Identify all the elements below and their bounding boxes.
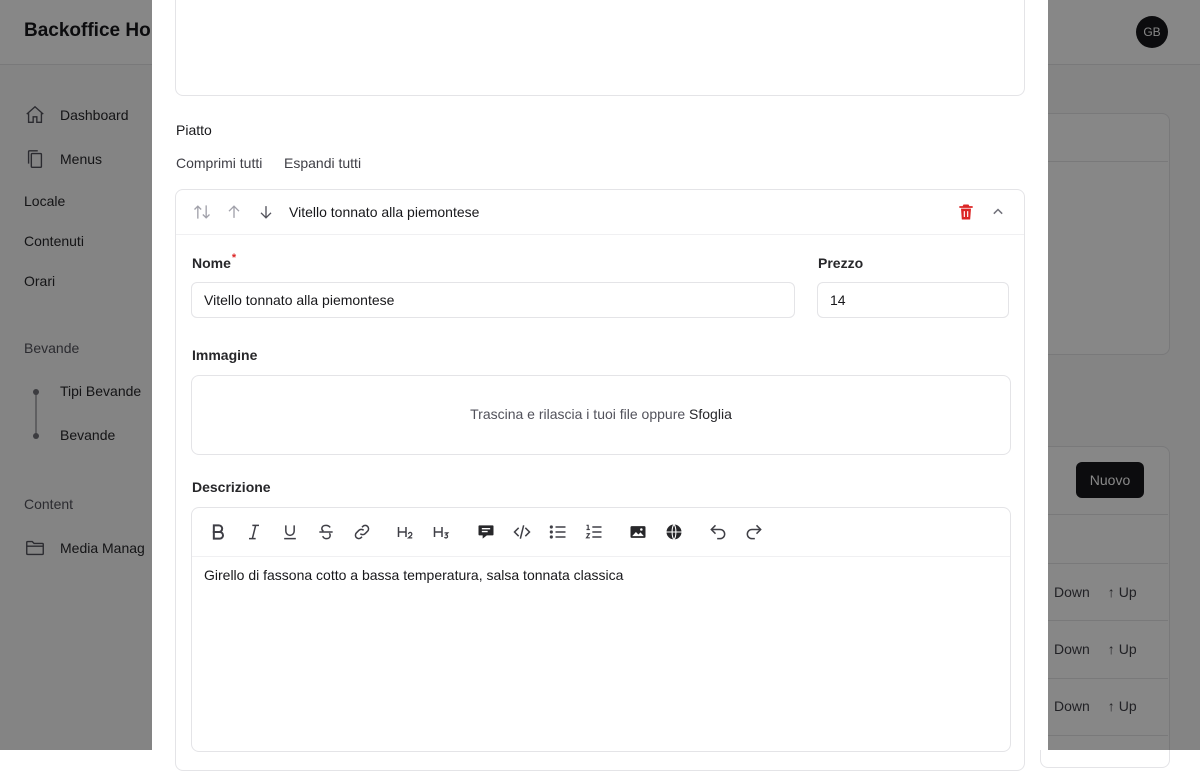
- modal-dialog: Piatto Comprimi tutti Espandi tutti Vite…: [152, 0, 1048, 771]
- undo-icon[interactable]: [706, 520, 730, 544]
- image-label: Immagine: [192, 347, 258, 363]
- repeater-item-header: Vitello tonnato alla piemontese: [176, 190, 1024, 235]
- redo-icon[interactable]: [742, 520, 766, 544]
- repeater-item-title: Vitello tonnato alla piemontese: [289, 204, 480, 220]
- trash-icon[interactable]: [956, 202, 976, 222]
- bullet-list-icon[interactable]: [546, 520, 570, 544]
- price-label: Prezzo: [818, 255, 864, 271]
- heading3-icon[interactable]: [430, 520, 454, 544]
- price-input[interactable]: 14: [817, 282, 1009, 318]
- dropzone-text: Trascina e rilascia i tuoi file oppure: [470, 406, 686, 422]
- chevron-up-icon[interactable]: [988, 202, 1008, 222]
- browse-link[interactable]: Sfoglia: [689, 406, 732, 422]
- underline-icon[interactable]: [278, 520, 302, 544]
- editor-toolbar: [192, 508, 1010, 557]
- required-mark: *: [231, 252, 237, 264]
- description-label: Descrizione: [192, 479, 271, 495]
- code-icon[interactable]: [510, 520, 534, 544]
- repeater-item: Vitello tonnato alla piemontese Nome* Vi…: [175, 189, 1025, 771]
- italic-icon[interactable]: [242, 520, 266, 544]
- image-icon[interactable]: [626, 520, 650, 544]
- move-up-icon[interactable]: [224, 202, 244, 222]
- previous-field-box[interactable]: [175, 0, 1025, 96]
- name-label: Nome*: [192, 252, 237, 271]
- ordered-list-icon[interactable]: [582, 520, 606, 544]
- reorder-icon[interactable]: [192, 202, 212, 222]
- editor-content[interactable]: Girello di fassona cotto a bassa tempera…: [204, 567, 623, 583]
- link-icon[interactable]: [350, 520, 374, 544]
- blockquote-icon[interactable]: [474, 520, 498, 544]
- collapse-all-button[interactable]: Comprimi tutti: [176, 155, 262, 171]
- embed-icon[interactable]: [662, 520, 686, 544]
- expand-all-button[interactable]: Espandi tutti: [284, 155, 361, 171]
- move-down-icon[interactable]: [256, 202, 276, 222]
- name-label-text: Nome: [192, 255, 231, 271]
- bold-icon[interactable]: [206, 520, 230, 544]
- image-dropzone[interactable]: Trascina e rilascia i tuoi file oppure S…: [191, 375, 1011, 455]
- repeater-label: Piatto: [176, 122, 212, 138]
- heading2-icon[interactable]: [394, 520, 418, 544]
- strikethrough-icon[interactable]: [314, 520, 338, 544]
- rich-text-editor[interactable]: Girello di fassona cotto a bassa tempera…: [191, 507, 1011, 752]
- name-input[interactable]: Vitello tonnato alla piemontese: [191, 282, 795, 318]
